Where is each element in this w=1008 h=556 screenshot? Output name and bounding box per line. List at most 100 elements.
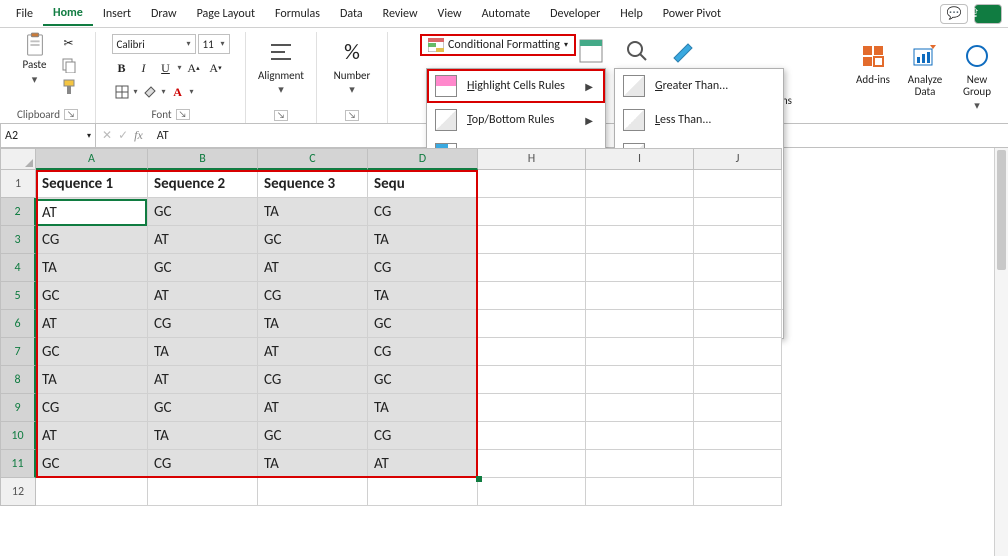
cancel-icon[interactable]: ✕: [102, 128, 112, 143]
cell-H10[interactable]: [478, 422, 586, 450]
rowhead-1[interactable]: 1: [0, 170, 36, 198]
paste-button[interactable]: Paste ▾: [17, 32, 53, 86]
colhead-H[interactable]: H: [478, 148, 586, 170]
menubar-page-layout[interactable]: Page Layout: [187, 3, 265, 25]
dialog-launcher-icon[interactable]: ↘: [176, 109, 190, 120]
cell-C11[interactable]: TA: [258, 450, 368, 478]
format-painter-button[interactable]: [59, 78, 79, 96]
decrease-font-button[interactable]: A▾: [206, 58, 226, 78]
cell-B6[interactable]: CG: [148, 310, 258, 338]
cell-B8[interactable]: AT: [148, 366, 258, 394]
cell-B12[interactable]: [148, 478, 258, 506]
cell-J2[interactable]: [694, 198, 782, 226]
addins-button[interactable]: Add-ins: [848, 36, 898, 112]
dialog-launcher-icon[interactable]: ↘: [274, 110, 288, 121]
cell-C5[interactable]: CG: [258, 282, 368, 310]
bold-button[interactable]: B: [112, 58, 132, 78]
colhead-B[interactable]: B: [148, 148, 258, 170]
italic-button[interactable]: I: [134, 58, 154, 78]
menubar-draw[interactable]: Draw: [141, 3, 187, 25]
menubar-data[interactable]: Data: [330, 3, 373, 25]
cell-H4[interactable]: [478, 254, 586, 282]
cell-A5[interactable]: GC: [36, 282, 148, 310]
cell-H5[interactable]: [478, 282, 586, 310]
cell-A6[interactable]: AT: [36, 310, 148, 338]
cell-B10[interactable]: TA: [148, 422, 258, 450]
cell-J12[interactable]: [694, 478, 782, 506]
cell-J11[interactable]: [694, 450, 782, 478]
vertical-scrollbar[interactable]: ▴: [994, 148, 1008, 556]
cell-B1[interactable]: Sequence 2: [148, 170, 258, 198]
copy-button[interactable]: [59, 56, 79, 74]
menubar-formulas[interactable]: Formulas: [265, 3, 330, 25]
new-group-button[interactable]: New Group▾: [952, 36, 1002, 112]
cell-C4[interactable]: AT: [258, 254, 368, 282]
cell-A11[interactable]: GC: [36, 450, 148, 478]
cell-D2[interactable]: CG: [368, 198, 478, 226]
cell-I11[interactable]: [586, 450, 694, 478]
menubar-review[interactable]: Review: [373, 3, 428, 25]
cut-button[interactable]: ✂: [59, 34, 79, 52]
cell-H11[interactable]: [478, 450, 586, 478]
cell-I5[interactable]: [586, 282, 694, 310]
cell-H1[interactable]: [478, 170, 586, 198]
cell-D3[interactable]: TA: [368, 226, 478, 254]
cell-J10[interactable]: [694, 422, 782, 450]
menubar-insert[interactable]: Insert: [93, 3, 141, 25]
cell-H3[interactable]: [478, 226, 586, 254]
share-button[interactable]: ⇪▾: [974, 4, 1002, 24]
cell-C12[interactable]: [258, 478, 368, 506]
menubar-developer[interactable]: Developer: [540, 3, 610, 25]
cell-B11[interactable]: CG: [148, 450, 258, 478]
font-color-button[interactable]: A: [168, 82, 188, 102]
rowhead-2[interactable]: 2: [0, 198, 36, 226]
colhead-A[interactable]: A: [36, 148, 148, 170]
cell-A4[interactable]: TA: [36, 254, 148, 282]
cell-J4[interactable]: [694, 254, 782, 282]
cell-I1[interactable]: [586, 170, 694, 198]
cell-C1[interactable]: Sequence 3: [258, 170, 368, 198]
rowhead-3[interactable]: 3: [0, 226, 36, 254]
rowhead-6[interactable]: 6: [0, 310, 36, 338]
cell-H8[interactable]: [478, 366, 586, 394]
cell-J1[interactable]: [694, 170, 782, 198]
cell-D7[interactable]: CG: [368, 338, 478, 366]
colhead-J[interactable]: J: [694, 148, 782, 170]
menubar-power-pivot[interactable]: Power Pivot: [653, 3, 731, 25]
colhead-I[interactable]: I: [586, 148, 694, 170]
cell-A8[interactable]: TA: [36, 366, 148, 394]
cell-C2[interactable]: TA: [258, 198, 368, 226]
cell-A10[interactable]: AT: [36, 422, 148, 450]
cell-B3[interactable]: AT: [148, 226, 258, 254]
rowhead-10[interactable]: 10: [0, 422, 36, 450]
cell-I2[interactable]: [586, 198, 694, 226]
cell-C3[interactable]: GC: [258, 226, 368, 254]
analyze-data-button[interactable]: Analyze Data: [900, 36, 950, 112]
cell-H9[interactable]: [478, 394, 586, 422]
cell-J6[interactable]: [694, 310, 782, 338]
cell-D5[interactable]: TA: [368, 282, 478, 310]
font-size-combo[interactable]: 11▾: [198, 34, 230, 54]
colhead-D[interactable]: D: [368, 148, 478, 170]
cell-D1[interactable]: Sequ: [368, 170, 478, 198]
dialog-launcher-icon[interactable]: ↘: [345, 110, 359, 121]
cell-B2[interactable]: GC: [148, 198, 258, 226]
fill-color-button[interactable]: [140, 82, 160, 102]
cell-I12[interactable]: [586, 478, 694, 506]
cell-D10[interactable]: CG: [368, 422, 478, 450]
cell-D4[interactable]: CG: [368, 254, 478, 282]
cell-B5[interactable]: AT: [148, 282, 258, 310]
underline-button[interactable]: U: [156, 58, 176, 78]
menubar-home[interactable]: Home: [43, 2, 93, 26]
select-all-button[interactable]: [0, 148, 36, 170]
formula-bar[interactable]: AT: [149, 129, 169, 143]
cell-D11[interactable]: AT: [368, 450, 478, 478]
cell-I3[interactable]: [586, 226, 694, 254]
rowhead-8[interactable]: 8: [0, 366, 36, 394]
cell-H12[interactable]: [478, 478, 586, 506]
cell-D12[interactable]: [368, 478, 478, 506]
cell-A2[interactable]: AT: [36, 198, 148, 226]
cell-B7[interactable]: TA: [148, 338, 258, 366]
cell-J7[interactable]: [694, 338, 782, 366]
cell-J8[interactable]: [694, 366, 782, 394]
